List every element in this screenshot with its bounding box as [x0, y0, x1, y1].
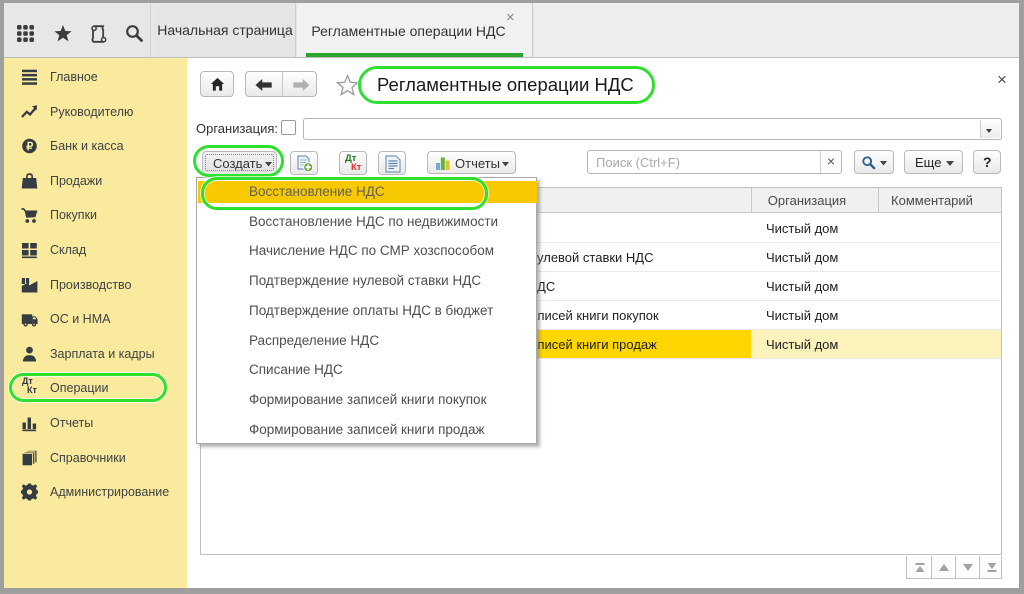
- svg-text:₽: ₽: [26, 141, 33, 153]
